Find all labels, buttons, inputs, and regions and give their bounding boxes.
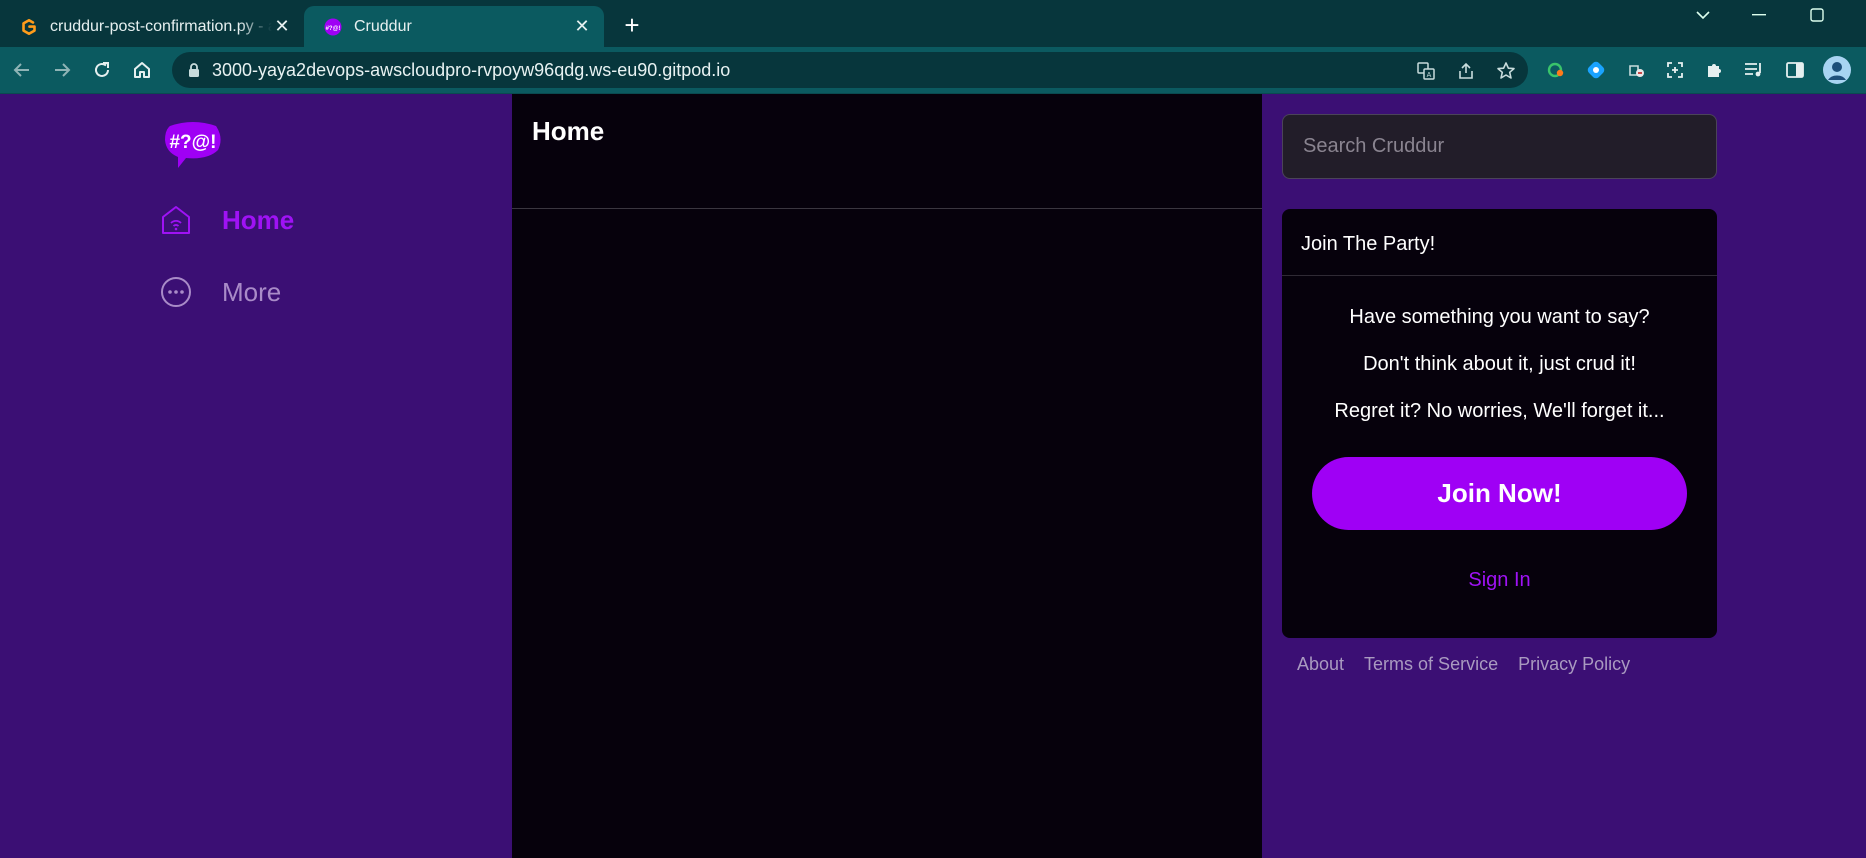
media-control-icon[interactable] xyxy=(1743,59,1765,81)
forward-icon[interactable] xyxy=(49,57,75,83)
screenshot-icon[interactable] xyxy=(1664,59,1686,81)
side-panel-icon[interactable] xyxy=(1784,59,1806,81)
new-tab-button[interactable]: + xyxy=(618,12,646,40)
sidebar-item-label: More xyxy=(222,276,282,307)
logo-text: #?@! xyxy=(169,132,216,153)
join-text-line: Don't think about it, just crud it! xyxy=(1363,353,1636,375)
browser-tab-strip: cruddur-post-confirmation.py - a ✕ #?@! … xyxy=(0,0,1866,47)
join-text-line: Regret it? No worries, We'll forget it..… xyxy=(1334,400,1665,422)
join-text-line: Have something you want to say? xyxy=(1349,306,1650,328)
home-button-icon[interactable] xyxy=(129,57,155,83)
translate-icon[interactable]: A xyxy=(1416,61,1436,81)
page: #?@! Home More Home Join The Party! Have… xyxy=(0,94,1866,858)
share-icon[interactable] xyxy=(1456,61,1476,81)
extension-icon[interactable] xyxy=(1585,59,1607,81)
maximize-icon[interactable] xyxy=(1794,0,1840,30)
tab-close-icon[interactable]: ✕ xyxy=(572,16,592,37)
search-input[interactable] xyxy=(1282,114,1717,179)
more-icon xyxy=(160,276,192,308)
browser-tab-inactive[interactable]: cruddur-post-confirmation.py - a ✕ xyxy=(0,6,304,47)
reload-icon[interactable] xyxy=(89,57,115,83)
tab-title: cruddur-post-confirmation.py - a xyxy=(50,17,272,35)
join-now-button[interactable]: Join Now! xyxy=(1312,457,1687,530)
extensions-puzzle-icon[interactable] xyxy=(1704,59,1726,81)
profile-avatar[interactable] xyxy=(1822,55,1852,85)
footer-link-about[interactable]: About xyxy=(1297,654,1344,675)
sidebar-item-more[interactable]: More xyxy=(160,276,281,308)
lock-icon xyxy=(186,62,202,78)
footer-link-privacy[interactable]: Privacy Policy xyxy=(1518,654,1630,675)
home-icon xyxy=(160,204,192,236)
footer-link-terms[interactable]: Terms of Service xyxy=(1364,654,1498,675)
sidebar-item-label: Home xyxy=(222,204,295,235)
sign-in-link[interactable]: Sign In xyxy=(1282,569,1717,592)
url-text: 3000-yaya2devops-awscloudpro-rvpoyw96qdg… xyxy=(212,60,731,80)
footer-links: About Terms of Service Privacy Policy xyxy=(1297,654,1630,675)
sidebar-item-home[interactable]: Home xyxy=(160,204,294,236)
minimize-icon[interactable] xyxy=(1736,0,1782,30)
tab-search-icon[interactable] xyxy=(1680,0,1726,30)
bookmark-star-icon[interactable] xyxy=(1496,61,1516,81)
feed-header: Home xyxy=(512,94,1262,209)
browser-tab-active[interactable]: #?@! Cruddur ✕ xyxy=(304,6,604,47)
extension-icon[interactable] xyxy=(1625,59,1647,81)
main-feed: Home xyxy=(512,94,1262,858)
extension-icon[interactable] xyxy=(1545,59,1567,81)
address-bar[interactable]: 3000-yaya2devops-awscloudpro-rvpoyw96qdg… xyxy=(172,52,1528,88)
cruddur-logo[interactable]: #?@! xyxy=(162,120,224,168)
tab-title: Cruddur xyxy=(354,17,412,35)
svg-text:#?@!: #?@! xyxy=(326,26,341,32)
join-card-body: Have something you want to say? Don't th… xyxy=(1282,294,1717,435)
gitpod-favicon-icon xyxy=(20,18,38,36)
back-icon[interactable] xyxy=(9,57,35,83)
cruddur-favicon-icon: #?@! xyxy=(324,18,342,36)
svg-text:A: A xyxy=(1427,72,1432,79)
join-card-title: Join The Party! xyxy=(1282,209,1717,276)
join-card: Join The Party! Have something you want … xyxy=(1282,209,1717,638)
browser-toolbar: 3000-yaya2devops-awscloudpro-rvpoyw96qdg… xyxy=(0,47,1866,94)
tab-close-icon[interactable]: ✕ xyxy=(272,16,292,37)
page-title: Home xyxy=(532,116,605,146)
